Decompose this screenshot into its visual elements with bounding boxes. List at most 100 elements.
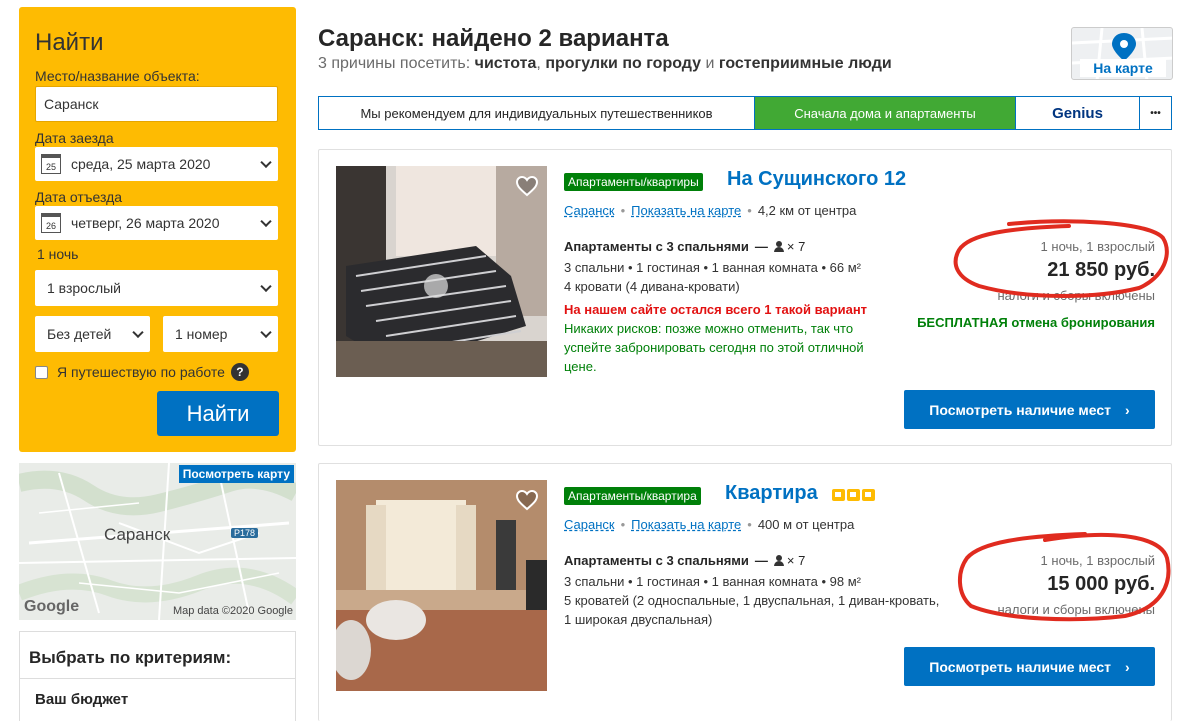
- beds-detail: 5 кроватей (2 односпальные, 1 двуспальна…: [564, 593, 940, 608]
- search-panel: Найти Место/название объекта: Саранск Да…: [19, 7, 296, 452]
- property-photo[interactable]: [336, 480, 547, 691]
- property-type-badge: Апартаменты/квартиры: [564, 173, 703, 191]
- chevron-down-icon: [260, 215, 272, 228]
- adults-value: 1 взрослый: [47, 280, 121, 296]
- children-select[interactable]: Без детей: [35, 316, 150, 352]
- checkin-value: среда, 25 марта 2020: [71, 156, 211, 172]
- sort-tab-homes-first[interactable]: Сначала дома и апартаменты: [755, 97, 1016, 129]
- property-card: Апартаменты/квартиры На Сущинского 12 Са…: [318, 149, 1172, 446]
- sort-tab-recommended[interactable]: Мы рекомендуем для индивидуальных путеше…: [319, 97, 755, 129]
- show-on-map-link[interactable]: Показать на карте: [631, 203, 741, 218]
- nights-count: 1 ночь: [37, 246, 79, 262]
- search-title: Найти: [35, 29, 104, 56]
- unit-row: Апартаменты с 3 спальнями — × 7: [564, 553, 805, 568]
- property-name-link[interactable]: На Сущинского 12: [727, 168, 906, 191]
- no-risk-line-1: Никаких рисков: позже можно отменить, та…: [564, 321, 854, 336]
- distance-text: 4,2 км от центра: [757, 203, 857, 218]
- unit-row: Апартаменты с 3 спальнями — × 7: [564, 239, 805, 254]
- no-risk-line-2: успейте забронировать сегодня по этой от…: [564, 340, 864, 355]
- chevron-down-icon: [132, 326, 144, 339]
- chevron-down-icon: [260, 156, 272, 169]
- chevron-down-icon: [260, 326, 272, 339]
- reasons-sep: ,: [536, 55, 546, 72]
- unit-name: Апартаменты с 3 спальнями: [564, 553, 749, 568]
- heart-icon[interactable]: [515, 174, 539, 198]
- property-photo[interactable]: [336, 166, 547, 377]
- chevron-down-icon: [260, 280, 272, 293]
- map-thumbnail[interactable]: Посмотреть карту Саранск P178 Google Map…: [19, 463, 296, 620]
- city-link[interactable]: Саранск: [564, 203, 615, 218]
- rooms-select[interactable]: 1 номер: [163, 316, 278, 352]
- occupancy-count: × 7: [786, 553, 806, 568]
- on-map-label: На карте: [1080, 59, 1166, 77]
- checkout-label: Дата отъезда: [35, 189, 123, 205]
- person-icon: [773, 241, 784, 252]
- destination-input[interactable]: Саранск: [35, 86, 278, 122]
- on-map-button[interactable]: На карте: [1071, 27, 1173, 80]
- price: 15 000 руб.: [1047, 573, 1155, 595]
- checkin-label: Дата заезда: [35, 130, 114, 146]
- dash: —: [754, 239, 768, 254]
- see-availability-button[interactable]: Посмотреть наличие мест ›: [904, 390, 1155, 429]
- location-row: Саранск • Показать на карте • 400 м от ц…: [564, 517, 854, 532]
- view-map-link[interactable]: Посмотреть карту: [178, 465, 294, 483]
- no-risk-line-3: цене.: [564, 359, 597, 374]
- road-badge: P178: [231, 528, 259, 538]
- person-icon: [773, 555, 784, 566]
- chevron-right-icon: ›: [1125, 401, 1130, 418]
- see-availability-label: Посмотреть наличие мест: [929, 401, 1112, 418]
- map-attribution: Map data ©2020 Google: [172, 605, 293, 617]
- see-availability-button[interactable]: Посмотреть наличие мест ›: [904, 647, 1155, 686]
- free-cancellation: БЕСПЛАТНАЯ отмена бронирования: [917, 315, 1155, 330]
- reason-people: гостеприимные люди: [718, 55, 892, 72]
- occupancy: × 7: [773, 239, 806, 254]
- property-card: Апартаменты/квартира Квартира Саранск • …: [318, 463, 1172, 721]
- separator-dot: •: [620, 203, 626, 218]
- checkout-field[interactable]: 26 четверг, 26 марта 2020: [35, 206, 278, 240]
- star-rating: [832, 489, 875, 501]
- calendar-icon: 25: [41, 154, 61, 174]
- heart-icon[interactable]: [515, 488, 539, 512]
- see-availability-label: Посмотреть наличие мест: [929, 658, 1112, 675]
- help-icon[interactable]: ?: [230, 363, 249, 381]
- search-button[interactable]: Найти: [157, 391, 279, 436]
- city-link[interactable]: Саранск: [564, 517, 615, 532]
- adults-select[interactable]: 1 взрослый: [35, 270, 278, 306]
- dash: —: [754, 553, 768, 568]
- map-city-label: Саранск: [104, 525, 171, 544]
- reason-cleanliness: чистота: [474, 55, 537, 72]
- business-trip-checkbox[interactable]: [35, 365, 48, 379]
- star-icon: [832, 489, 845, 501]
- business-trip-label: Я путешествую по работе: [57, 364, 225, 380]
- price: 21 850 руб.: [1047, 259, 1155, 281]
- reasons-prefix: 3 причины посетить:: [318, 55, 475, 72]
- show-on-map-link[interactable]: Показать на карте: [631, 517, 741, 532]
- reasons-sep: и: [701, 55, 719, 72]
- occupancy-count: × 7: [786, 239, 806, 254]
- star-icon: [847, 489, 860, 501]
- rooms-value: 1 номер: [175, 326, 228, 342]
- checkout-value: четверг, 26 марта 2020: [71, 215, 220, 231]
- business-trip-row: Я путешествую по работе ?: [35, 363, 249, 381]
- occupancy: × 7: [773, 553, 806, 568]
- budget-title: Ваш бюджет: [35, 691, 129, 708]
- price-meta: 1 ночь, 1 взрослый: [1040, 553, 1155, 568]
- separator-dot: •: [747, 203, 752, 218]
- chevron-right-icon: ›: [1125, 658, 1130, 675]
- taxes-note: налоги и сборы включены: [997, 602, 1155, 617]
- beds-detail: 4 кровати (4 дивана-кровати): [564, 279, 740, 294]
- reason-walks: прогулки по городу: [545, 55, 702, 72]
- beds-detail-2: 1 широкая двуспальная): [564, 612, 713, 627]
- sort-more-button[interactable]: •••: [1140, 97, 1171, 129]
- checkin-field[interactable]: 25 среда, 25 марта 2020: [35, 147, 278, 181]
- sort-tab-genius[interactable]: Genius: [1016, 97, 1140, 129]
- distance-text: 400 м от центра: [757, 517, 855, 532]
- price-meta: 1 ночь, 1 взрослый: [1040, 239, 1155, 254]
- property-type-badge: Апартаменты/квартира: [564, 487, 701, 505]
- reasons-text: 3 причины посетить: чистота, прогулки по…: [318, 55, 892, 73]
- rooms-detail: 3 спальни • 1 гостиная • 1 ванная комнат…: [564, 260, 862, 275]
- unit-name: Апартаменты с 3 спальнями: [564, 239, 749, 254]
- location-row: Саранск • Показать на карте • 4,2 км от …: [564, 203, 856, 218]
- property-name-link[interactable]: Квартира: [725, 482, 818, 505]
- sort-bar: Мы рекомендуем для индивидуальных путеше…: [318, 96, 1172, 130]
